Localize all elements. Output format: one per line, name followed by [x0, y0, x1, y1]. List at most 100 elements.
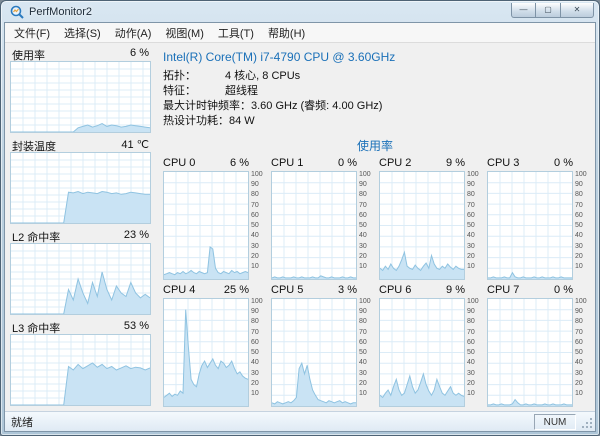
sidebar-panel-label: 封装温度	[12, 138, 56, 151]
cpu-axis-ticks: 100908070605040302010	[249, 298, 263, 407]
window-title: PerfMonitor2	[29, 6, 92, 18]
app-window: PerfMonitor2 — ▢ ✕ 文件(F)选择(S)动作(A)视图(M)工…	[0, 0, 600, 436]
sidebar-panel-label: L2 命中率	[12, 229, 60, 242]
cpu-label: CPU 6	[379, 284, 411, 298]
cpu-axis-ticks: 100908070605040302010	[249, 171, 263, 280]
cpu-cell: CPU 7 0 % 100908070605040302010	[487, 284, 587, 407]
sidebar-panel-value: 23 %	[124, 229, 149, 242]
cpu-label: CPU 2	[379, 157, 411, 171]
sidebar-panel[interactable]: L2 命中率 23 %	[10, 228, 151, 315]
cpu-cell-body: 100908070605040302010	[271, 298, 371, 407]
content-area: 使用率 6 % 封装温度 41 ℃ L2 命中率 23 % L3 命中率 53 …	[5, 43, 595, 411]
menu-item[interactable]: 选择(S)	[57, 22, 108, 44]
cpu-cell: CPU 2 9 % 100908070605040302010	[379, 157, 479, 280]
cpu-cell-body: 100908070605040302010	[163, 298, 263, 407]
status-text: 就绪	[11, 414, 534, 430]
maximize-button[interactable]: ▢	[536, 3, 561, 18]
cpu-value: 0 %	[554, 284, 573, 298]
cpu-cell-header: CPU 6 9 %	[379, 284, 479, 298]
sidebar-panel-chart	[10, 243, 151, 315]
cpu-label: CPU 4	[163, 284, 195, 298]
cpu-label: CPU 1	[271, 157, 303, 171]
cpu-cell-header: CPU 5 3 %	[271, 284, 371, 298]
sidebar-panel[interactable]: L3 命中率 53 %	[10, 319, 151, 406]
sidebar-panel[interactable]: 使用率 6 %	[10, 46, 151, 133]
num-lock-indicator: NUM	[534, 414, 576, 430]
cpu-cell: CPU 5 3 % 100908070605040302010	[271, 284, 371, 407]
cpu-cell-body: 100908070605040302010	[487, 298, 587, 407]
sidebar-panel-header: 封装温度 41 ℃	[10, 137, 151, 152]
cpu-usage-chart	[487, 171, 573, 280]
main-panel: Intel(R) Core(TM) i7-4790 CPU @ 3.60GHz …	[155, 43, 595, 411]
cpu-usage-chart	[271, 171, 357, 280]
sidebar-panel-value: 41 ℃	[121, 138, 149, 151]
cpu-value: 0 %	[554, 157, 573, 171]
app-icon	[10, 5, 24, 19]
cpu-cell-body: 100908070605040302010	[163, 171, 263, 280]
sidebar-panel-chart	[10, 152, 151, 224]
cpu-axis-ticks: 100908070605040302010	[465, 171, 479, 280]
cpu-usage-chart	[163, 171, 249, 280]
spec-value: 3.60 GHz (睿频: 4.00 GHz)	[251, 99, 382, 114]
title-bar[interactable]: PerfMonitor2 — ▢ ✕	[4, 1, 596, 22]
spec-value: 84 W	[229, 114, 255, 129]
cpu-model-title: Intel(R) Core(TM) i7-4790 CPU @ 3.60GHz	[163, 50, 587, 64]
cpu-usage-chart	[379, 298, 465, 407]
spec-row: 最大计时钟频率： 3.60 GHz (睿频: 4.00 GHz)	[163, 99, 587, 114]
minimize-button[interactable]: —	[511, 3, 536, 18]
cpu-cell: CPU 0 6 % 100908070605040302010	[163, 157, 263, 280]
cpu-cell-body: 100908070605040302010	[271, 171, 371, 280]
spec-row: 热设计功耗： 84 W	[163, 114, 587, 129]
usage-section-title: 使用率	[163, 137, 587, 154]
cpu-cell-body: 100908070605040302010	[487, 171, 587, 280]
cpu-usage-chart	[379, 171, 465, 280]
cpu-cell-body: 100908070605040302010	[379, 298, 479, 407]
status-bar: 就绪 NUM	[5, 411, 595, 431]
client-area: 文件(F)选择(S)动作(A)视图(M)工具(T)帮助(H) 使用率 6 % 封…	[4, 22, 596, 432]
cpu-cell: CPU 3 0 % 100908070605040302010	[487, 157, 587, 280]
close-button[interactable]: ✕	[561, 3, 594, 18]
menu-item[interactable]: 工具(T)	[211, 22, 261, 44]
cpu-value: 6 %	[230, 157, 249, 171]
resize-grip[interactable]	[579, 414, 594, 430]
cpu-axis-ticks: 100908070605040302010	[573, 171, 587, 280]
menu-bar: 文件(F)选择(S)动作(A)视图(M)工具(T)帮助(H)	[5, 23, 595, 43]
cpu-value: 25 %	[224, 284, 249, 298]
sidebar-panel-chart	[10, 334, 151, 406]
menu-item[interactable]: 动作(A)	[108, 22, 159, 44]
cpu-specs: 拓扑： 4 核心, 8 CPUs 特征： 超线程 最大计时钟频率： 3.60 G…	[163, 69, 587, 129]
sidebar-panel-header: L2 命中率 23 %	[10, 228, 151, 243]
spec-label: 特征：	[163, 84, 225, 99]
spec-label: 热设计功耗：	[163, 114, 229, 129]
sidebar-panel-label: 使用率	[12, 47, 45, 60]
cpu-axis-ticks: 100908070605040302010	[465, 298, 479, 407]
spec-label: 拓扑：	[163, 69, 225, 84]
sidebar: 使用率 6 % 封装温度 41 ℃ L2 命中率 23 % L3 命中率 53 …	[5, 43, 155, 411]
cpu-usage-chart	[487, 298, 573, 407]
sidebar-panel[interactable]: 封装温度 41 ℃	[10, 137, 151, 224]
window-controls: — ▢ ✕	[511, 3, 594, 18]
cpu-usage-chart	[163, 298, 249, 407]
cpu-value: 9 %	[446, 157, 465, 171]
cpu-axis-ticks: 100908070605040302010	[573, 298, 587, 407]
cpu-label: CPU 7	[487, 284, 519, 298]
cpu-cell-header: CPU 7 0 %	[487, 284, 587, 298]
cpu-cell: CPU 6 9 % 100908070605040302010	[379, 284, 479, 407]
cpu-cell-header: CPU 4 25 %	[163, 284, 263, 298]
menu-item[interactable]: 文件(F)	[7, 22, 57, 44]
sidebar-panel-value: 6 %	[130, 47, 149, 60]
cpu-axis-ticks: 100908070605040302010	[357, 171, 371, 280]
menu-item[interactable]: 帮助(H)	[261, 22, 312, 44]
spec-value: 超线程	[225, 84, 258, 99]
cpu-value: 0 %	[338, 157, 357, 171]
cpu-cell-header: CPU 1 0 %	[271, 157, 371, 171]
cpu-chart-grid: CPU 0 6 % 100908070605040302010 CPU 1 0 …	[163, 157, 587, 407]
cpu-usage-chart	[271, 298, 357, 407]
menu-item[interactable]: 视图(M)	[158, 22, 211, 44]
spec-row: 拓扑： 4 核心, 8 CPUs	[163, 69, 587, 84]
spec-row: 特征： 超线程	[163, 84, 587, 99]
sidebar-panel-chart	[10, 61, 151, 133]
sidebar-panel-value: 53 %	[124, 320, 149, 333]
cpu-cell: CPU 4 25 % 100908070605040302010	[163, 284, 263, 407]
cpu-value: 3 %	[338, 284, 357, 298]
